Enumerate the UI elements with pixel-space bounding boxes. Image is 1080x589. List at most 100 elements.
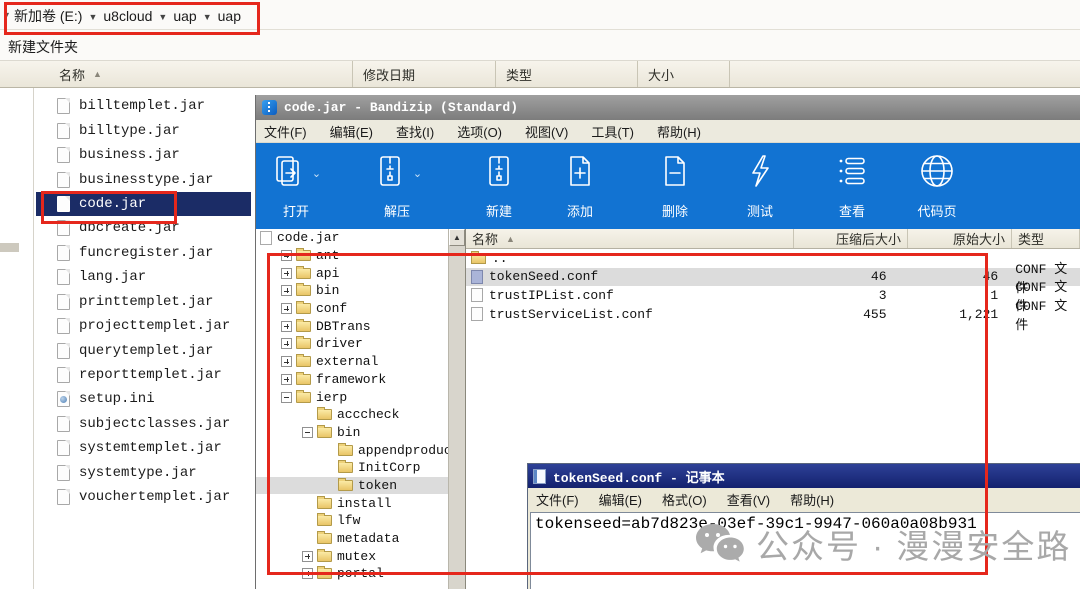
tree-node-acccheck[interactable]: acccheck	[256, 406, 448, 424]
file-row-projecttemplet.jar[interactable]: projecttemplet.jar	[36, 314, 251, 338]
collapse-icon[interactable]	[302, 427, 313, 438]
file-row-dbcreate.jar[interactable]: dbcreate.jar	[36, 216, 251, 240]
archive-row-trustServiceList.conf[interactable]: trustServiceList.conf 455 1,221 CONF 文件	[466, 305, 1080, 324]
file-row-printtemplet.jar[interactable]: printtemplet.jar	[36, 290, 251, 314]
toolbar-button-测试[interactable]: 测试	[722, 151, 798, 220]
tree-node-ant[interactable]: ant	[256, 247, 448, 265]
menu-item-帮助(H)[interactable]: 帮助(H)	[790, 490, 834, 509]
menu-item-查找(I)[interactable]: 查找(I)	[396, 122, 434, 141]
file-row-code.jar[interactable]: code.jar	[36, 192, 251, 216]
breadcrumb[interactable]: 新加卷 (E:)▼u8cloud▼uap▼uap	[14, 6, 241, 26]
menu-item-编辑(E)[interactable]: 编辑(E)	[599, 490, 642, 509]
column-header-修改日期[interactable]: 修改日期	[353, 61, 496, 87]
menu-item-文件(F)[interactable]: 文件(F)	[536, 490, 579, 509]
archive-row-..[interactable]: ..	[466, 249, 1080, 268]
column-header-类型[interactable]: 类型	[496, 61, 638, 87]
breadcrumb-separator-icon[interactable]: ▼	[82, 12, 103, 22]
tree-node-ierp[interactable]: ierp	[256, 388, 448, 406]
file-row-billtype.jar[interactable]: billtype.jar	[36, 118, 251, 142]
expand-icon[interactable]	[281, 250, 292, 261]
menu-item-编辑(E)[interactable]: 编辑(E)	[330, 122, 373, 141]
menu-item-文件(F)[interactable]: 文件(F)	[264, 122, 307, 141]
file-row-subjectclasses.jar[interactable]: subjectclasses.jar	[36, 412, 251, 436]
breadcrumb-segment[interactable]: 新加卷 (E:)	[14, 8, 82, 24]
menu-item-格式(O)[interactable]: 格式(O)	[662, 490, 707, 509]
toolbar-button-查看[interactable]: 查看	[814, 151, 890, 220]
tree-node-metadata[interactable]: metadata	[256, 530, 448, 548]
expand-icon[interactable]	[302, 568, 313, 579]
tree-node-framework[interactable]: framework	[256, 371, 448, 389]
file-row-vouchertemplet.jar[interactable]: vouchertemplet.jar	[36, 485, 251, 509]
archive-row-tokenSeed.conf[interactable]: tokenSeed.conf 46 46 CONF 文件	[466, 268, 1080, 287]
file-row-billtemplet.jar[interactable]: billtemplet.jar	[36, 94, 251, 118]
chevron-down-icon[interactable]: ⌄	[413, 167, 422, 180]
tree-node-api[interactable]: api	[256, 264, 448, 282]
breadcrumb-segment[interactable]: u8cloud	[103, 8, 152, 24]
file-row-funcregister.jar[interactable]: funcregister.jar	[36, 241, 251, 265]
menu-item-选项(O)[interactable]: 选项(O)	[457, 122, 502, 141]
breadcrumb-segment[interactable]: uap	[173, 8, 196, 24]
toolbar-button-删除[interactable]: 删除	[637, 151, 713, 220]
tree-node-label: ant	[316, 248, 339, 263]
tree-node-token[interactable]: token	[256, 477, 448, 495]
tree-node-driver[interactable]: driver	[256, 335, 448, 353]
expand-icon[interactable]	[281, 268, 292, 279]
file-row-lang.jar[interactable]: lang.jar	[36, 265, 251, 289]
breadcrumb-dropdown-icon[interactable]: ▼	[2, 10, 11, 20]
archive-column-header-压缩后大小[interactable]: 压缩后大小	[794, 229, 908, 248]
tree-node-portal[interactable]: portal	[256, 565, 448, 583]
tree-node-bin[interactable]: bin	[256, 282, 448, 300]
notepad-title-bar[interactable]: tokenSeed.conf - 记事本	[528, 464, 1080, 488]
expand-icon[interactable]	[281, 303, 292, 314]
toolbar-button-新建[interactable]: 新建	[461, 151, 537, 220]
toolbar-button-打开[interactable]: ⌄ 打开	[258, 151, 334, 220]
archive-row-trustIPList.conf[interactable]: trustIPList.conf 3 1 CONF 文件	[466, 286, 1080, 305]
archive-column-header-名称[interactable]: 名称▲	[466, 229, 794, 248]
file-row-systemtemplet.jar[interactable]: systemtemplet.jar	[36, 436, 251, 460]
column-header-名称[interactable]: 名称▲	[36, 61, 353, 87]
menu-item-帮助(H)[interactable]: 帮助(H)	[657, 122, 701, 141]
chevron-down-icon[interactable]: ⌄	[312, 167, 321, 180]
expand-icon[interactable]	[302, 551, 313, 562]
scroll-up-icon[interactable]: ▲	[449, 229, 465, 246]
expand-icon[interactable]	[281, 321, 292, 332]
tree-node-InitCorp[interactable]: InitCorp	[256, 459, 448, 477]
tree-scrollbar[interactable]: ▲	[448, 229, 465, 589]
toolbar-button-添加[interactable]: 添加	[542, 151, 618, 220]
file-row-reporttemplet.jar[interactable]: reporttemplet.jar	[36, 363, 251, 387]
tree-node-install[interactable]: install	[256, 494, 448, 512]
file-row-business.jar[interactable]: business.jar	[36, 143, 251, 167]
toolbar-button-代码页[interactable]: 代码页	[899, 151, 975, 220]
file-row-systemtype.jar[interactable]: systemtype.jar	[36, 461, 251, 485]
menu-item-工具(T)[interactable]: 工具(T)	[591, 122, 634, 141]
collapse-icon[interactable]	[281, 392, 292, 403]
file-row-setup.ini[interactable]: setup.ini	[36, 387, 251, 411]
file-row-businesstype.jar[interactable]: businesstype.jar	[36, 167, 251, 191]
tree-node-appendproduct[interactable]: appendproduct	[256, 441, 448, 459]
menu-item-视图(V)[interactable]: 视图(V)	[525, 122, 568, 141]
column-header-大小[interactable]: 大小	[638, 61, 730, 87]
breadcrumb-segment[interactable]: uap	[218, 8, 241, 24]
tree-node-lfw[interactable]: lfw	[256, 512, 448, 530]
toolbar-button-解压[interactable]: ⌄ 解压	[359, 151, 435, 220]
tree-node-code.jar[interactable]: code.jar	[256, 229, 448, 247]
tree-node-DBTrans[interactable]: DBTrans	[256, 317, 448, 335]
new-folder-button[interactable]: 新建文件夹	[8, 37, 78, 57]
archive-column-header-类型[interactable]: 类型	[1012, 229, 1080, 248]
expand-icon[interactable]	[281, 356, 292, 367]
expand-icon[interactable]	[281, 374, 292, 385]
tree-node-mutex[interactable]: mutex	[256, 547, 448, 565]
tree-node-bin[interactable]: bin	[256, 424, 448, 442]
archive-column-header-原始大小[interactable]: 原始大小	[908, 229, 1012, 248]
tree-node-external[interactable]: external	[256, 353, 448, 371]
tree-node-conf[interactable]: conf	[256, 300, 448, 318]
notepad-edit-area[interactable]: tokenseed=ab7d823e-03ef-39c1-9947-060a0a…	[530, 512, 1080, 589]
expand-icon[interactable]	[281, 285, 292, 296]
bandizip-title-bar[interactable]: code.jar - Bandizip (Standard)	[256, 95, 1080, 120]
address-bar[interactable]: ▼ 新加卷 (E:)▼u8cloud▼uap▼uap	[0, 0, 1080, 30]
menu-item-查看(V)[interactable]: 查看(V)	[727, 490, 770, 509]
expand-icon[interactable]	[281, 338, 292, 349]
breadcrumb-separator-icon[interactable]: ▼	[152, 12, 173, 22]
breadcrumb-separator-icon[interactable]: ▼	[197, 12, 218, 22]
file-row-querytemplet.jar[interactable]: querytemplet.jar	[36, 338, 251, 362]
